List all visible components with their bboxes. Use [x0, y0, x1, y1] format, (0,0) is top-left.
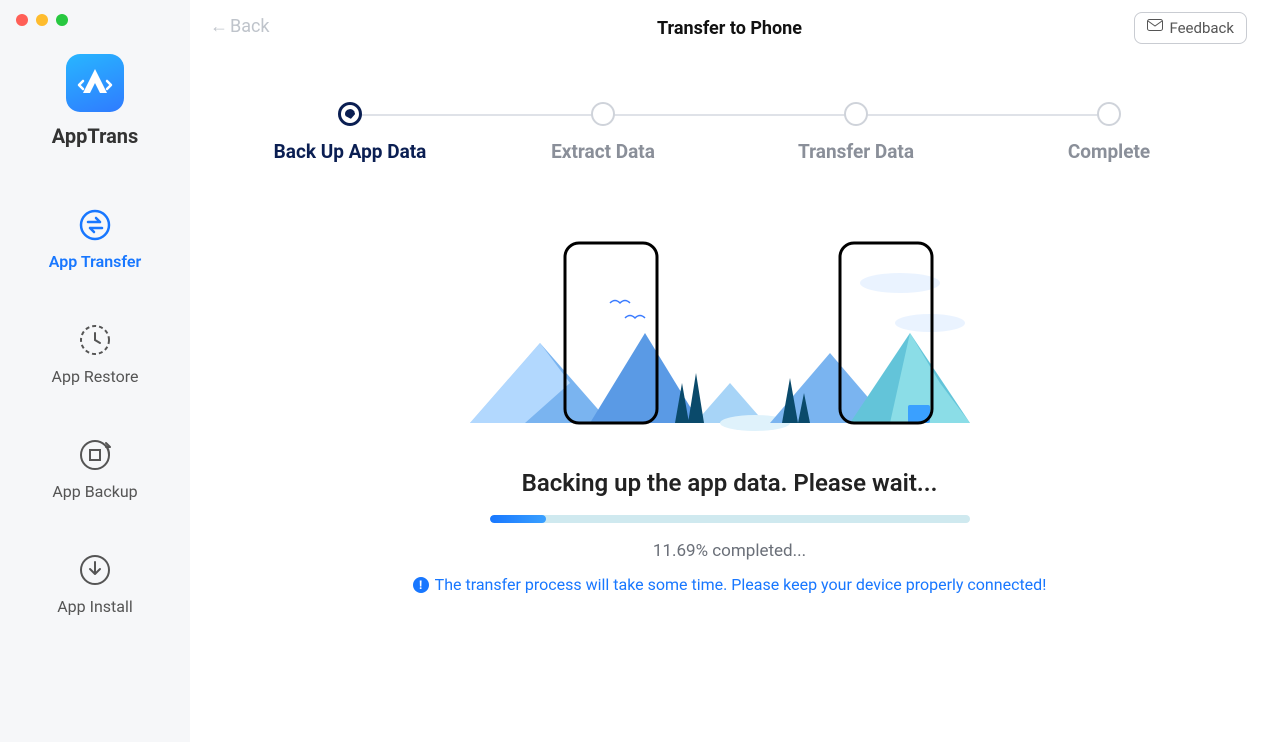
step-circle-icon: [1097, 102, 1121, 126]
sidebar-item-app-install[interactable]: App Install: [57, 553, 133, 616]
status-title: Backing up the app data. Please wait...: [190, 469, 1269, 497]
backup-icon: [78, 438, 112, 472]
brand-name: AppTrans: [52, 124, 139, 148]
sidebar: AppTrans App Transfer: [0, 0, 190, 742]
sidebar-item-label: App Transfer: [49, 252, 141, 271]
notice-text: The transfer process will take some time…: [435, 575, 1047, 594]
step-label: Transfer Data: [798, 140, 914, 163]
sidebar-nav: App Transfer App Restore: [0, 208, 190, 616]
topbar: ← Back Transfer to Phone Feedback: [190, 0, 1269, 56]
step-transfer: Transfer Data: [756, 102, 956, 163]
main-content: ← Back Transfer to Phone Feedback Back U…: [190, 0, 1269, 742]
sidebar-item-label: App Backup: [52, 482, 137, 501]
feedback-label: Feedback: [1169, 19, 1234, 37]
step-extract: Extract Data: [503, 102, 703, 163]
brand-block: AppTrans: [52, 54, 139, 148]
transfer-icon: [78, 208, 112, 242]
step-circle-icon: [844, 102, 868, 126]
sidebar-item-app-restore[interactable]: App Restore: [52, 323, 139, 386]
back-arrow-icon: ←: [210, 16, 228, 37]
mail-icon: [1147, 19, 1163, 37]
progress-stepper: Back Up App Data Extract Data Transfer D…: [250, 102, 1209, 163]
maximize-window-button[interactable]: [56, 14, 68, 26]
minimize-window-button[interactable]: [36, 14, 48, 26]
back-label: Back: [230, 16, 270, 37]
sidebar-item-label: App Install: [57, 597, 133, 616]
step-label: Back Up App Data: [274, 140, 427, 163]
step-circle-icon: [591, 102, 615, 126]
sidebar-item-app-transfer[interactable]: App Transfer: [49, 208, 141, 271]
step-label: Extract Data: [551, 140, 655, 163]
page-title: Transfer to Phone: [657, 18, 802, 39]
step-label: Complete: [1068, 140, 1150, 163]
step-circle-icon: [338, 102, 362, 126]
step-backup: Back Up App Data: [250, 102, 450, 163]
back-button[interactable]: ← Back: [210, 16, 270, 37]
app-logo-icon: [66, 54, 124, 112]
step-complete: Complete: [1009, 102, 1209, 163]
progress-fill: [490, 515, 546, 523]
restore-icon: [78, 323, 112, 357]
connection-notice: ! The transfer process will take some ti…: [190, 575, 1269, 594]
sidebar-item-label: App Restore: [52, 367, 139, 386]
info-icon: !: [413, 577, 429, 593]
feedback-button[interactable]: Feedback: [1134, 12, 1247, 44]
install-icon: [78, 553, 112, 587]
illustration: [190, 233, 1269, 433]
close-window-button[interactable]: [16, 14, 28, 26]
window-controls: [0, 0, 68, 26]
stepper-line: [360, 114, 1099, 116]
progress-text: 11.69% completed...: [190, 541, 1269, 561]
sidebar-item-app-backup[interactable]: App Backup: [52, 438, 137, 501]
progress-bar: [490, 515, 970, 523]
